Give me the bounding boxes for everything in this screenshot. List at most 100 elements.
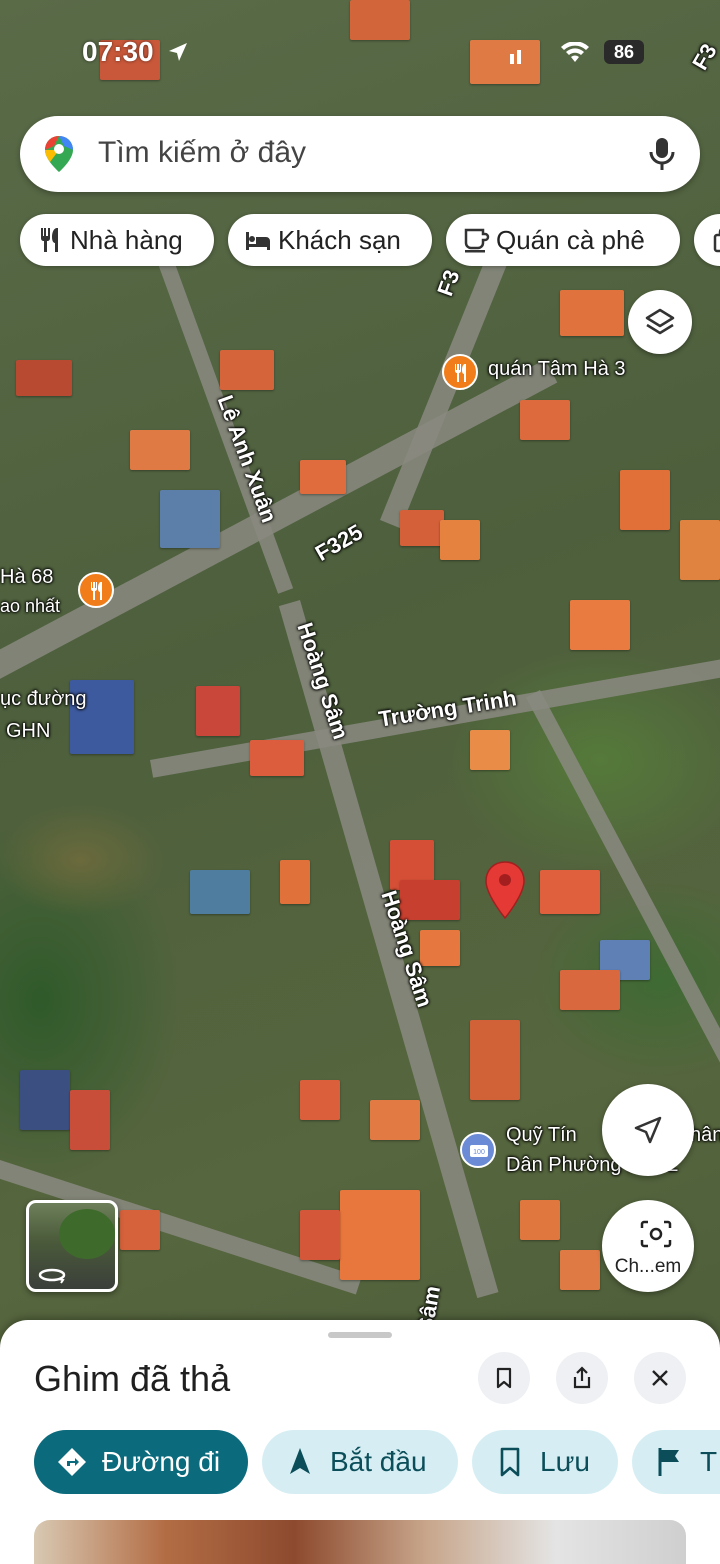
directions-button[interactable]: Đường đi (34, 1430, 248, 1494)
save-button[interactable]: Lưu (472, 1430, 618, 1494)
rotate-360-icon (38, 1268, 66, 1284)
place-label-quy-tin[interactable]: Quỹ Tín (506, 1124, 577, 1147)
chip-restaurants[interactable]: Nhà hàng (20, 214, 214, 266)
start-button[interactable]: Bắt đầu (262, 1430, 458, 1494)
building-roof (280, 860, 310, 904)
fork-knife-icon (91, 582, 102, 600)
building-roof (520, 1200, 560, 1240)
chip-label: Khách sạn (278, 224, 401, 255)
navigation-arrow-icon (290, 1448, 310, 1474)
label-label: T (700, 1446, 718, 1477)
place-label-ha-68-sub: ao nhất (0, 596, 61, 616)
bed-icon (246, 232, 270, 250)
building-roof (570, 600, 630, 650)
sheet-drag-handle[interactable] (328, 1332, 392, 1338)
building-roof (370, 1100, 420, 1140)
status-time: 07:30 (82, 36, 154, 67)
chip-hotels[interactable]: Khách sạn (228, 214, 432, 266)
label-button[interactable]: T (632, 1430, 720, 1494)
signal-icon (510, 50, 521, 64)
building-roof (620, 470, 670, 530)
building-roof (70, 1090, 110, 1150)
building-roof (300, 460, 346, 494)
building-roof (160, 490, 220, 548)
chip-cafes[interactable]: Quán cà phê (446, 214, 680, 266)
close-icon (652, 1370, 668, 1386)
building-roof (340, 1190, 420, 1280)
restaurant-marker[interactable] (442, 354, 478, 390)
place-label-quy-tin-tail: hân (690, 1124, 720, 1146)
share-icon (573, 1366, 591, 1389)
thumbnail-tree (59, 1209, 115, 1259)
svg-text:100: 100 (473, 1149, 485, 1156)
bank-icon: 100 (470, 1145, 488, 1157)
start-label: Bắt đầu (330, 1446, 427, 1477)
chip-label: Quán cà phê (496, 224, 645, 255)
building-roof (560, 970, 620, 1010)
building-roof (470, 730, 510, 770)
place-label-ha-68[interactable]: Hà 68 (0, 566, 53, 589)
sheet-title: Ghim đã thả (34, 1358, 231, 1399)
location-arrow-icon (169, 43, 187, 61)
building-roof (190, 870, 250, 914)
camera-lens-icon (640, 1220, 672, 1248)
status-bar: 07:30 86 (0, 0, 720, 100)
building-roof (220, 350, 274, 390)
building-roof (130, 430, 190, 470)
save-icon-button[interactable] (478, 1352, 530, 1404)
directions-label: Đường đi (102, 1446, 221, 1477)
bookmark-icon (496, 1367, 512, 1389)
directions-icon (58, 1448, 86, 1476)
building-roof (16, 360, 72, 396)
save-label: Lưu (540, 1446, 590, 1477)
search-bar[interactable]: Tìm kiếm ở đây (20, 116, 700, 192)
microphone-icon[interactable] (648, 136, 676, 172)
place-label-quan-tam-ha[interactable]: quán Tâm Hà 3 (488, 358, 626, 381)
restaurant-marker[interactable] (78, 572, 114, 608)
chip-more[interactable] (694, 214, 720, 266)
category-chips: Nhà hàng Khách sạn Quán cà phê (20, 214, 720, 266)
action-buttons-row: Đường đi Bắt đầu Lưu T (34, 1430, 720, 1494)
street-label-f325: F325 (310, 519, 367, 566)
layers-icon (645, 308, 675, 335)
share-button[interactable] (556, 1352, 608, 1404)
navigation-arrow-icon (634, 1116, 662, 1144)
building-roof (196, 686, 240, 736)
street-view-thumbnail[interactable] (26, 1200, 118, 1292)
search-input[interactable]: Tìm kiếm ở đây (98, 136, 306, 170)
building-roof (680, 520, 720, 580)
building-roof (250, 740, 304, 776)
place-label-ghn[interactable]: ục đường (0, 688, 87, 711)
maps-logo-icon (45, 136, 73, 172)
shopping-bag-icon (713, 228, 720, 253)
building-roof (120, 1210, 160, 1250)
coffee-icon (464, 228, 490, 253)
flag-icon (658, 1448, 679, 1476)
building-roof (440, 520, 480, 560)
wifi-icon (561, 42, 589, 62)
building-roof (300, 1210, 340, 1260)
building-roof (300, 1080, 340, 1120)
building-roof (560, 290, 624, 336)
place-photo[interactable] (34, 1520, 686, 1564)
fork-knife-icon (455, 364, 466, 382)
my-location-button[interactable] (602, 1084, 694, 1176)
battery-indicator: 86 (604, 40, 644, 64)
building-roof (400, 510, 444, 546)
building-roof (520, 400, 570, 440)
building-roof (20, 1070, 70, 1130)
chip-label: Nhà hàng (70, 224, 183, 255)
place-label-ghn-sub: GHN (6, 720, 51, 742)
close-button[interactable] (634, 1352, 686, 1404)
lens-search-button[interactable]: Ch...em (602, 1200, 694, 1292)
bank-marker[interactable]: 100 (460, 1132, 496, 1168)
building-roof (540, 870, 600, 914)
layers-button[interactable] (628, 290, 692, 354)
dropped-pin-icon[interactable] (484, 860, 526, 920)
bookmark-icon (500, 1447, 520, 1477)
street-label-f325-top: F3 (432, 266, 465, 300)
place-bottom-sheet[interactable]: Ghim đã thả Đường đi Bắt đầu Lưu T (0, 1320, 720, 1564)
fork-knife-icon (41, 228, 58, 252)
building-roof (470, 1020, 520, 1100)
building-roof (560, 1250, 600, 1290)
